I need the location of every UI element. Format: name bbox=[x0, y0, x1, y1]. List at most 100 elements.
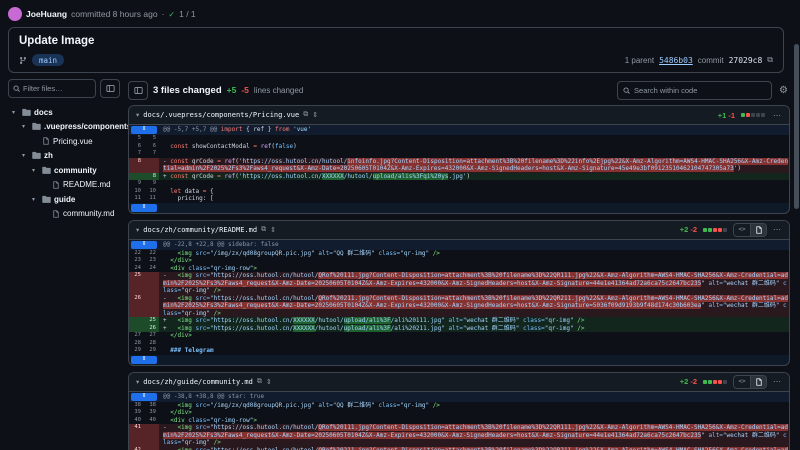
old-line-number[interactable]: 22 bbox=[129, 250, 144, 258]
new-line-number[interactable]: 7 bbox=[144, 150, 159, 158]
copy-sha-icon[interactable]: ⧉ bbox=[767, 55, 773, 65]
new-line-number[interactable]: 29 bbox=[144, 347, 159, 355]
tree-item-vuepress-components[interactable]: ▾.vuepress/components bbox=[8, 120, 120, 135]
tree-item-community-md[interactable]: community.md bbox=[8, 207, 120, 222]
page-scrollbar[interactable] bbox=[794, 44, 799, 446]
new-line-number[interactable]: 23 bbox=[144, 257, 159, 265]
chevron-down-icon[interactable]: ▾ bbox=[136, 226, 139, 234]
chevron-down-icon[interactable]: ▾ bbox=[136, 111, 139, 119]
old-line-number[interactable]: 9 bbox=[129, 180, 144, 188]
filter-files-input[interactable] bbox=[23, 84, 91, 93]
new-line-number[interactable]: 11 bbox=[144, 195, 159, 203]
new-line-number[interactable]: 24 bbox=[144, 265, 159, 273]
old-line-number[interactable]: 26 bbox=[129, 295, 144, 318]
new-line-number[interactable] bbox=[144, 295, 159, 318]
copy-path-icon[interactable]: ⧉ bbox=[257, 378, 262, 386]
new-line-number[interactable]: 40 bbox=[144, 417, 159, 425]
unfold-file-icon[interactable]: ⇕ bbox=[270, 226, 276, 234]
chevron-down-icon[interactable]: ▾ bbox=[136, 378, 139, 386]
new-line-number[interactable]: 26 bbox=[144, 325, 159, 333]
new-line-number[interactable]: 8 bbox=[144, 173, 159, 181]
search-within-code-input[interactable] bbox=[634, 86, 766, 95]
old-line-number[interactable]: 41 bbox=[129, 424, 144, 447]
old-line-number[interactable]: 24 bbox=[129, 265, 144, 273]
tree-item-guide[interactable]: ▾guide bbox=[8, 192, 120, 207]
diff-settings-gear-icon[interactable]: ⚙ bbox=[777, 85, 790, 96]
new-line-number[interactable] bbox=[144, 272, 159, 295]
source-view-button[interactable]: <> bbox=[734, 224, 750, 236]
old-line-number[interactable]: 27 bbox=[129, 332, 144, 340]
file-menu-button[interactable]: ⋯ bbox=[773, 225, 782, 234]
file-menu-button[interactable]: ⋯ bbox=[773, 377, 782, 386]
toggle-file-tree-button[interactable] bbox=[128, 81, 148, 100]
new-line-number[interactable]: 39 bbox=[144, 409, 159, 417]
scrollbar-thumb[interactable] bbox=[794, 44, 799, 209]
expand-hunk-button[interactable]: ⇕ bbox=[131, 356, 157, 364]
new-line-number[interactable]: 10 bbox=[144, 188, 159, 196]
tree-item-docs[interactable]: ▾docs bbox=[8, 105, 120, 120]
old-line-number[interactable]: 11 bbox=[129, 195, 144, 203]
code-line: + <img src="https://oss.hutool.cn/XXXXXX… bbox=[159, 317, 789, 325]
diff-body: ⇕@@ -22,8 +22,8 @@ sidebar: false2222 <i… bbox=[129, 240, 789, 365]
old-line-number[interactable]: 40 bbox=[129, 417, 144, 425]
rich-view-button[interactable] bbox=[750, 376, 766, 388]
old-line-number[interactable]: 7 bbox=[129, 150, 144, 158]
file-path-link[interactable]: docs/zh/community/README.md bbox=[143, 226, 257, 234]
author-name[interactable]: JoeHuang bbox=[26, 9, 67, 19]
file-path-link[interactable]: docs/.vuepress/components/Pricing.vue bbox=[143, 111, 299, 119]
copy-path-icon[interactable]: ⧉ bbox=[261, 226, 266, 234]
old-line-number[interactable]: 25 bbox=[129, 272, 144, 295]
new-line-number[interactable] bbox=[144, 424, 159, 447]
old-line-number[interactable] bbox=[129, 325, 144, 333]
tree-item-pricing-vue[interactable]: Pricing.vue bbox=[8, 134, 120, 149]
new-line-number[interactable]: 38 bbox=[144, 402, 159, 410]
old-line-number[interactable]: 39 bbox=[129, 409, 144, 417]
diffstat-block bbox=[761, 113, 765, 117]
file-menu-button[interactable]: ⋯ bbox=[773, 111, 782, 120]
new-line-number[interactable]: 9 bbox=[144, 180, 159, 188]
rich-view-button[interactable] bbox=[750, 224, 766, 236]
expand-hunk-button[interactable]: ⇕ bbox=[131, 393, 157, 401]
old-line-number[interactable]: 42 bbox=[129, 447, 144, 450]
diff-row: 8+ const qrCode = ref('https://oss.hutoo… bbox=[129, 173, 789, 181]
old-line-number[interactable]: 5 bbox=[129, 135, 144, 143]
tree-item-community[interactable]: ▾community bbox=[8, 163, 120, 178]
old-line-number[interactable]: 10 bbox=[129, 188, 144, 196]
new-line-number[interactable]: 6 bbox=[144, 143, 159, 151]
checks-count[interactable]: 1 / 1 bbox=[179, 9, 196, 19]
file-path-link[interactable]: docs/zh/guide/community.md bbox=[143, 378, 253, 386]
new-line-number[interactable] bbox=[144, 447, 159, 450]
tree-item-readme-md[interactable]: README.md bbox=[8, 178, 120, 193]
new-line-number[interactable] bbox=[144, 158, 159, 173]
old-line-number[interactable]: 23 bbox=[129, 257, 144, 265]
old-line-number[interactable]: 29 bbox=[129, 347, 144, 355]
new-line-number[interactable]: 22 bbox=[144, 250, 159, 258]
new-line-number[interactable]: 25 bbox=[144, 317, 159, 325]
old-line-number[interactable]: 38 bbox=[129, 402, 144, 410]
old-line-number[interactable]: 6 bbox=[129, 143, 144, 151]
new-line-number[interactable]: 27 bbox=[144, 332, 159, 340]
source-view-button[interactable]: <> bbox=[734, 376, 750, 388]
old-line-number[interactable]: 8 bbox=[129, 158, 144, 173]
unfold-file-icon[interactable]: ⇕ bbox=[312, 111, 318, 119]
parent-label: 1 parent bbox=[625, 56, 654, 65]
expand-hunk-button[interactable]: ⇕ bbox=[131, 241, 157, 249]
tree-item-zh[interactable]: ▾zh bbox=[8, 149, 120, 164]
old-line-number[interactable] bbox=[129, 173, 144, 181]
unfold-file-icon[interactable]: ⇕ bbox=[266, 378, 272, 386]
new-line-number[interactable]: 28 bbox=[144, 340, 159, 348]
avatar[interactable] bbox=[8, 7, 22, 21]
parent-sha-link[interactable]: 5486b03 bbox=[659, 56, 693, 65]
branch-badge[interactable]: main bbox=[32, 54, 64, 66]
diff-row: 2828 bbox=[129, 340, 789, 348]
copy-path-icon[interactable]: ⧉ bbox=[303, 111, 308, 119]
old-line-number[interactable] bbox=[129, 317, 144, 325]
code-line bbox=[159, 180, 789, 188]
expand-hunk-button[interactable]: ⇕ bbox=[131, 204, 157, 212]
old-line-number[interactable]: 28 bbox=[129, 340, 144, 348]
diff-body: ⇕@@ -5,7 +5,7 @@ import { ref } from 'vu… bbox=[129, 125, 789, 213]
diff-row: 42- <img src="https://oss.hutool.cn/huto… bbox=[129, 447, 789, 450]
expand-hunk-button[interactable]: ⇕ bbox=[131, 126, 157, 134]
new-line-number[interactable]: 5 bbox=[144, 135, 159, 143]
collapse-file-tree-button[interactable] bbox=[100, 79, 120, 98]
